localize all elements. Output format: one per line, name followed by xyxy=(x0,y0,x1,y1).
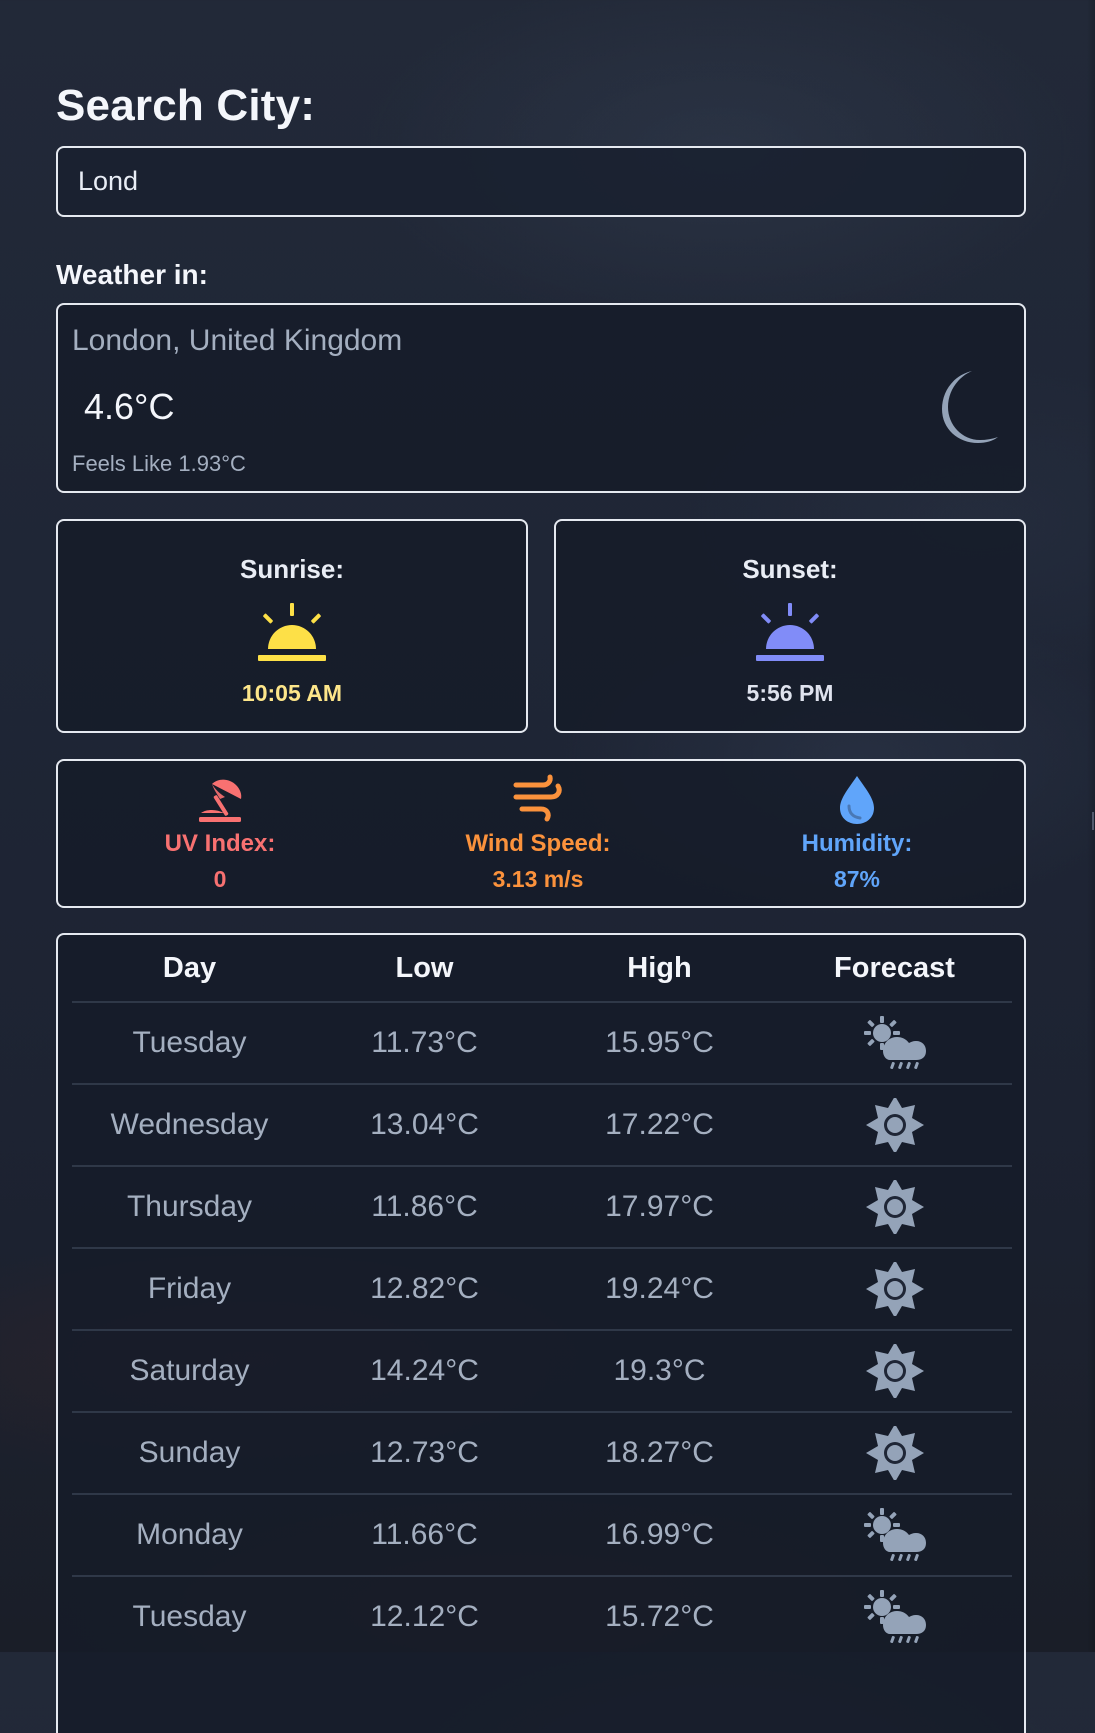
forecast-day: Monday xyxy=(72,1493,307,1576)
sun-icon xyxy=(862,1426,928,1480)
forecast-header-day: Day xyxy=(162,951,217,984)
sun-icon xyxy=(862,1180,928,1234)
forecast-icon-cell xyxy=(777,1165,1012,1248)
forecast-row: Friday 12.82°C 19.24°C xyxy=(72,1247,1012,1330)
sunrise-card: Sunrise: 10:05 AM xyxy=(56,519,528,733)
forecast-low: 14.24°C xyxy=(307,1329,542,1412)
forecast-high: 17.97°C xyxy=(542,1165,777,1248)
forecast-icon-cell xyxy=(777,1329,1012,1412)
sun-icon xyxy=(862,1344,928,1398)
forecast-day: Tuesday xyxy=(72,1575,307,1657)
forecast-icon-cell xyxy=(777,1493,1012,1576)
forecast-day: Sunday xyxy=(72,1411,307,1494)
uv-index-stat: UV Index: 0 xyxy=(120,761,320,906)
humidity-label: Humidity: xyxy=(801,830,913,857)
sunset-label: Sunset: xyxy=(742,554,838,584)
sunrise-icon xyxy=(250,603,334,665)
forecast-day: Wednesday xyxy=(72,1083,307,1166)
forecast-icon-cell xyxy=(777,1575,1012,1657)
forecast-row: Wednesday 13.04°C 17.22°C xyxy=(72,1083,1012,1166)
forecast-day: Tuesday xyxy=(72,1001,307,1084)
forecast-header-forecast: Forecast xyxy=(834,951,955,984)
sun-icon xyxy=(862,1098,928,1152)
forecast-row: Sunday 12.73°C 18.27°C xyxy=(72,1411,1012,1494)
forecast-card: Day Low High Forecast Tuesday 11.73°C 15… xyxy=(56,933,1026,1733)
forecast-low: 11.86°C xyxy=(307,1165,542,1248)
wind-speed-label: Wind Speed: xyxy=(465,830,611,857)
wind-speed-stat: Wind Speed: 3.13 m/s xyxy=(438,761,638,906)
sunrise-label: Sunrise: xyxy=(239,554,345,584)
forecast-icon-cell xyxy=(777,1411,1012,1494)
forecast-icon-cell xyxy=(777,1083,1012,1166)
search-city-title: Search City: xyxy=(56,81,316,130)
forecast-table: Day Low High Forecast Tuesday 11.73°C 15… xyxy=(72,935,1012,1657)
cloud-sun-rain-icon xyxy=(862,1590,928,1644)
forecast-row: Monday 11.66°C 16.99°C xyxy=(72,1493,1012,1576)
forecast-low: 11.66°C xyxy=(307,1493,542,1576)
sunset-card: Sunset: 5:56 PM xyxy=(554,519,1026,733)
cloud-sun-rain-icon xyxy=(862,1508,928,1562)
forecast-high: 15.95°C xyxy=(542,1001,777,1084)
humidity-value: 87% xyxy=(833,866,881,892)
forecast-low: 13.04°C xyxy=(307,1083,542,1166)
current-temperature: 4.6°C xyxy=(84,386,175,427)
umbrella-beach-icon xyxy=(194,773,246,825)
forecast-day: Saturday xyxy=(72,1329,307,1412)
forecast-high: 19.24°C xyxy=(542,1247,777,1330)
forecast-high: 18.27°C xyxy=(542,1411,777,1494)
forecast-icon-cell xyxy=(777,1001,1012,1084)
search-city-input[interactable] xyxy=(56,146,1026,217)
humidity-stat: Humidity: 87% xyxy=(757,761,957,906)
feels-like-text: Feels Like 1.93°C xyxy=(72,451,246,476)
forecast-high: 17.22°C xyxy=(542,1083,777,1166)
wind-icon xyxy=(512,773,564,825)
forecast-row: Thursday 11.86°C 17.97°C xyxy=(72,1165,1012,1248)
forecast-high: 15.72°C xyxy=(542,1575,777,1657)
forecast-high: 19.3°C xyxy=(542,1329,777,1412)
water-drop-icon xyxy=(831,773,883,825)
forecast-high: 16.99°C xyxy=(542,1493,777,1576)
forecast-low: 12.73°C xyxy=(307,1411,542,1494)
weather-in-label: Weather in: xyxy=(56,259,208,290)
forecast-row: Tuesday 12.12°C 15.72°C xyxy=(72,1575,1012,1657)
forecast-row: Tuesday 11.73°C 15.95°C xyxy=(72,1001,1012,1084)
location-name: London, United Kingdom xyxy=(72,324,403,357)
forecast-day: Friday xyxy=(72,1247,307,1330)
sunset-icon xyxy=(748,603,832,665)
forecast-low: 12.82°C xyxy=(307,1247,542,1330)
uv-index-label: UV Index: xyxy=(164,830,276,857)
cloud-sun-rain-icon xyxy=(862,1016,928,1070)
forecast-row: Saturday 14.24°C 19.3°C xyxy=(72,1329,1012,1412)
sunset-time: 5:56 PM xyxy=(746,680,834,706)
uv-index-value: 0 xyxy=(213,866,227,892)
forecast-low: 12.12°C xyxy=(307,1575,542,1657)
forecast-low: 11.73°C xyxy=(307,1001,542,1084)
moon-icon xyxy=(918,363,1000,445)
forecast-header-low: Low xyxy=(395,951,454,984)
sun-icon xyxy=(862,1262,928,1316)
forecast-header-high: High xyxy=(627,951,692,984)
current-weather-card: London, United Kingdom 4.6°C Feels Like … xyxy=(56,303,1026,493)
sunrise-time: 10:05 AM xyxy=(241,680,343,706)
forecast-day: Thursday xyxy=(72,1165,307,1248)
weather-stats-card: UV Index: 0 Wind Speed: 3.13 m/s Humidit… xyxy=(56,759,1026,908)
resize-indicator[interactable] xyxy=(1092,812,1094,830)
wind-speed-value: 3.13 m/s xyxy=(492,866,584,892)
forecast-icon-cell xyxy=(777,1247,1012,1330)
forecast-header-row: Day Low High Forecast xyxy=(72,935,1012,1002)
